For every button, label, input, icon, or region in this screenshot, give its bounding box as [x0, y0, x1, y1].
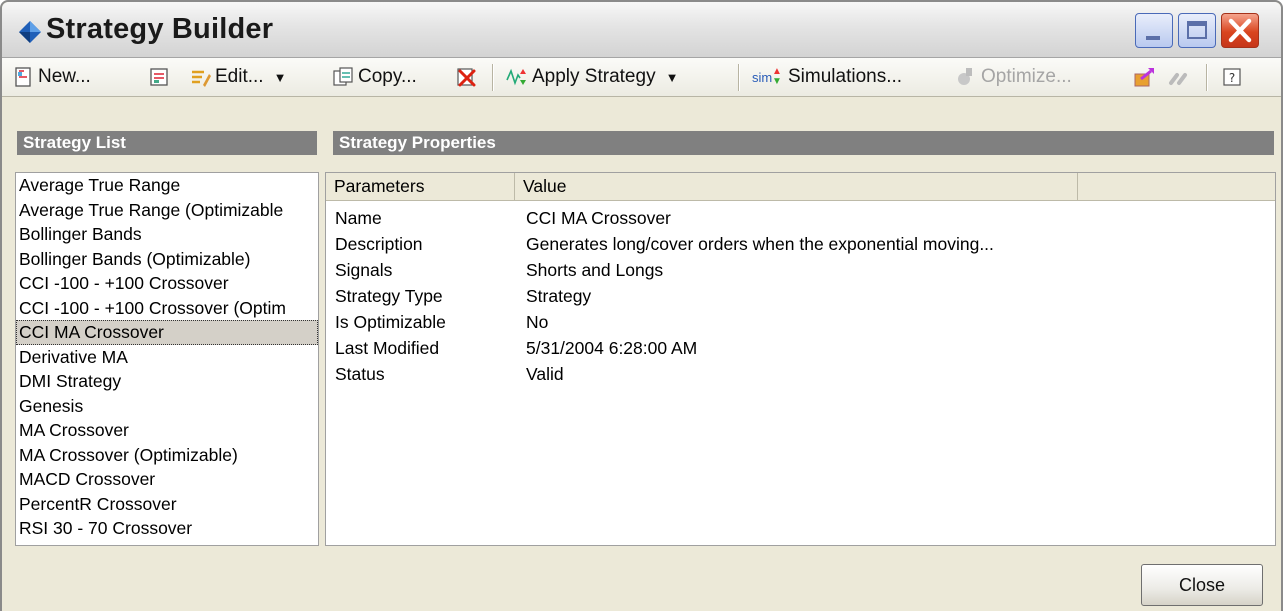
property-name: Is Optimizable [335, 312, 446, 332]
window-title: Strategy Builder [46, 13, 274, 45]
property-row: Description Generates long/cover orders … [326, 231, 1275, 257]
strategy-list[interactable]: Average True Range Average True Range (O… [15, 172, 319, 546]
list-item[interactable]: Genesis [16, 394, 318, 419]
list-item[interactable]: Bollinger Bands (Optimizable) [16, 247, 318, 272]
new-label: New... [38, 66, 91, 87]
strategy-builder-window: Strategy Builder New... Edit... ▼ Copy..… [0, 0, 1283, 611]
toolbar-separator [492, 64, 494, 91]
property-row: Strategy Type Strategy [326, 283, 1275, 309]
apply-strategy-button[interactable]: Apply Strategy ▼ [506, 58, 678, 96]
property-value: Valid [526, 364, 564, 384]
edit-icon [192, 70, 211, 87]
property-value: Strategy [526, 286, 592, 306]
new-document-icon [15, 67, 31, 87]
property-row: Last Modified 5/31/2004 6:28:00 AM [326, 335, 1275, 361]
minimize-icon [1146, 36, 1160, 40]
edit-label: Edit... [215, 66, 264, 87]
property-name: Last Modified [335, 338, 440, 358]
link-icon [1169, 73, 1187, 85]
list-item[interactable]: Average True Range (Optimizable [16, 198, 318, 223]
export-button[interactable] [1133, 58, 1159, 96]
list-item[interactable]: DMI Strategy [16, 369, 318, 394]
list-item[interactable]: Average True Range [16, 173, 318, 198]
edit-button[interactable]: Edit... ▼ [189, 58, 286, 96]
property-value: Generates long/cover orders when the exp… [526, 234, 994, 254]
optimize-icon [958, 68, 972, 85]
copy-icon [333, 67, 353, 86]
svg-text:?: ? [1229, 71, 1235, 85]
property-name: Signals [335, 260, 393, 280]
column-header-value[interactable]: Value [515, 173, 1078, 200]
property-value: 5/31/2004 6:28:00 AM [526, 338, 698, 358]
copy-button[interactable]: Copy... [332, 58, 417, 96]
close-icon [1228, 18, 1252, 43]
close-window-button[interactable] [1221, 13, 1259, 48]
apply-strategy-icon [506, 68, 526, 86]
property-name: Status [335, 364, 385, 384]
column-headers: Parameters Value [326, 173, 1275, 201]
strategy-list-header: Strategy List [17, 131, 317, 155]
help-button[interactable]: ? [1221, 58, 1247, 96]
property-value: CCI MA Crossover [526, 208, 671, 228]
property-name: Description [335, 234, 423, 254]
list-item[interactable]: CCI -100 - +100 Crossover (Optim [16, 296, 318, 321]
close-button[interactable]: Close [1141, 564, 1263, 606]
property-row: Status Valid [326, 361, 1275, 387]
delete-icon [457, 68, 476, 87]
edit-dropdown-arrow-icon[interactable]: ▼ [274, 70, 287, 85]
export-icon [1134, 68, 1154, 87]
list-item[interactable]: CCI -100 - +100 Crossover [16, 271, 318, 296]
minimize-button[interactable] [1135, 13, 1173, 48]
property-value: No [526, 312, 549, 332]
list-item-selected[interactable]: CCI MA Crossover [16, 320, 318, 345]
optimize-button[interactable]: Optimize... [955, 58, 1072, 96]
title-bar[interactable]: Strategy Builder [2, 2, 1281, 58]
apply-strategy-label: Apply Strategy [532, 66, 656, 87]
optimize-label: Optimize... [981, 66, 1072, 87]
list-item[interactable]: PercentR Crossover [16, 492, 318, 517]
edit-properties-icon [150, 68, 168, 86]
toolbar-separator [1206, 64, 1208, 91]
column-header-empty[interactable] [1078, 173, 1275, 200]
toolbar-separator [738, 64, 740, 91]
list-item[interactable]: Derivative MA [16, 345, 318, 370]
strategy-properties-header: Strategy Properties [333, 131, 1274, 155]
maximize-icon [1187, 21, 1207, 39]
simulations-label: Simulations... [788, 66, 903, 87]
link-button[interactable] [1168, 58, 1194, 96]
column-header-parameters[interactable]: Parameters [326, 173, 515, 200]
list-item[interactable]: RSI 30 - 70 Crossover [16, 516, 318, 541]
maximize-button[interactable] [1178, 13, 1216, 48]
strategy-properties-table: Parameters Value Name CCI MA Crossover D… [325, 172, 1276, 546]
delete-button[interactable] [455, 58, 481, 96]
property-row: Is Optimizable No [326, 309, 1275, 335]
property-row: Name CCI MA Crossover [326, 205, 1275, 231]
properties-button[interactable] [148, 58, 174, 96]
toolbar: New... Edit... ▼ Copy... Apply Strategy … [2, 58, 1281, 97]
simulations-icon: sim ▲ ▼ [752, 66, 782, 87]
copy-label: Copy... [358, 66, 417, 87]
help-icon: ? [1223, 68, 1241, 86]
property-name: Name [335, 208, 382, 228]
list-item[interactable]: MA Crossover (Optimizable) [16, 443, 318, 468]
list-item[interactable]: Bollinger Bands [16, 222, 318, 247]
simulations-button[interactable]: sim ▲ ▼ Simulations... [750, 58, 902, 96]
property-name: Strategy Type [335, 286, 443, 306]
list-item[interactable]: MACD Crossover [16, 467, 318, 492]
list-item[interactable]: MA Crossover [16, 418, 318, 443]
apply-dropdown-arrow-icon[interactable]: ▼ [666, 70, 679, 85]
property-row: Signals Shorts and Longs [326, 257, 1275, 283]
new-button[interactable]: New... [12, 58, 91, 96]
app-diamond-icon [19, 21, 41, 43]
property-value: Shorts and Longs [526, 260, 664, 280]
